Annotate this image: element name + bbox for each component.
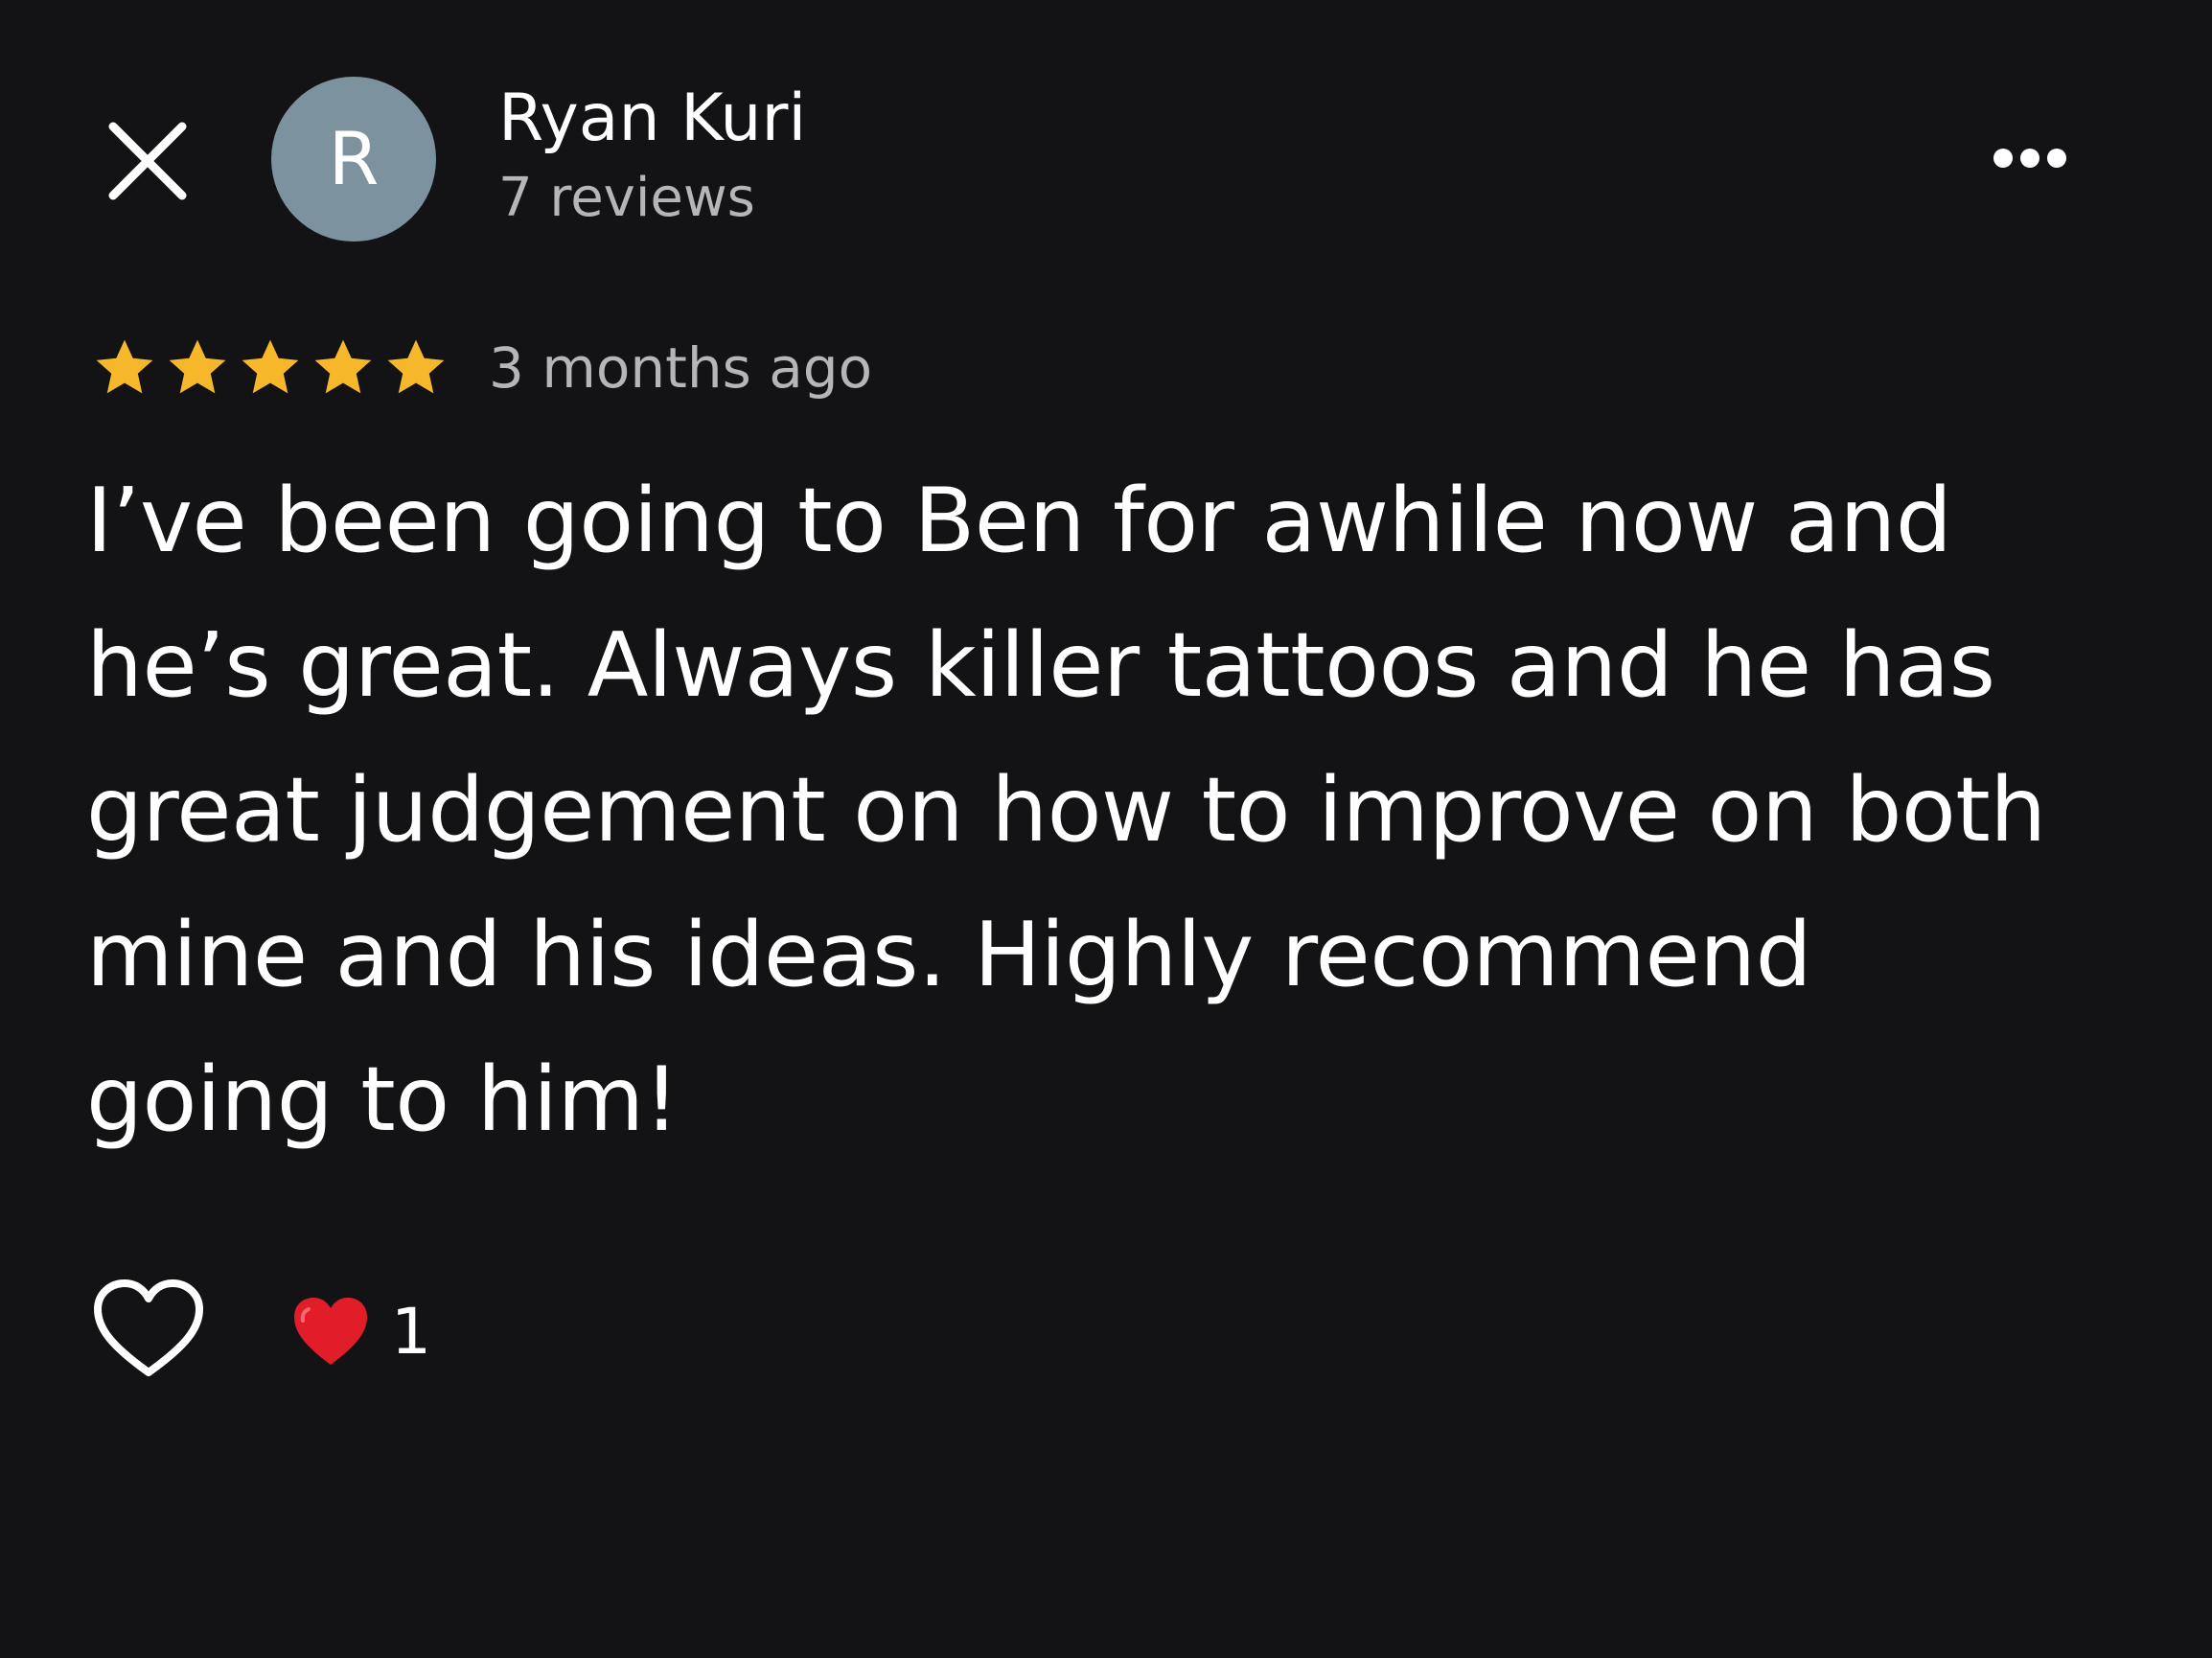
star-icon — [96, 339, 153, 394]
avatar-initial: R — [328, 116, 380, 201]
star-icon — [242, 339, 299, 394]
avatar[interactable]: R — [271, 77, 436, 242]
star-rating — [88, 334, 452, 403]
star-icon — [387, 339, 445, 394]
reaction-count: 1 — [391, 1295, 431, 1369]
close-icon — [108, 122, 187, 200]
star-icon — [314, 339, 372, 394]
more-options-button[interactable] — [1972, 125, 2087, 192]
reaction-summary[interactable]: 1 — [291, 1292, 431, 1372]
author-review-count[interactable]: 7 reviews — [498, 165, 755, 232]
red-heart-icon — [294, 1298, 367, 1365]
close-button[interactable] — [104, 117, 192, 205]
review-timestamp: 3 months ago — [489, 335, 873, 401]
author-name[interactable]: Ryan Kuri — [498, 79, 806, 159]
heart-outline-icon — [94, 1279, 203, 1376]
more-horizontal-icon — [1993, 149, 2066, 168]
star-icon — [169, 339, 226, 394]
like-button[interactable] — [92, 1278, 205, 1382]
review-text: I’ve been going to Ben for awhile now an… — [86, 469, 2046, 1151]
